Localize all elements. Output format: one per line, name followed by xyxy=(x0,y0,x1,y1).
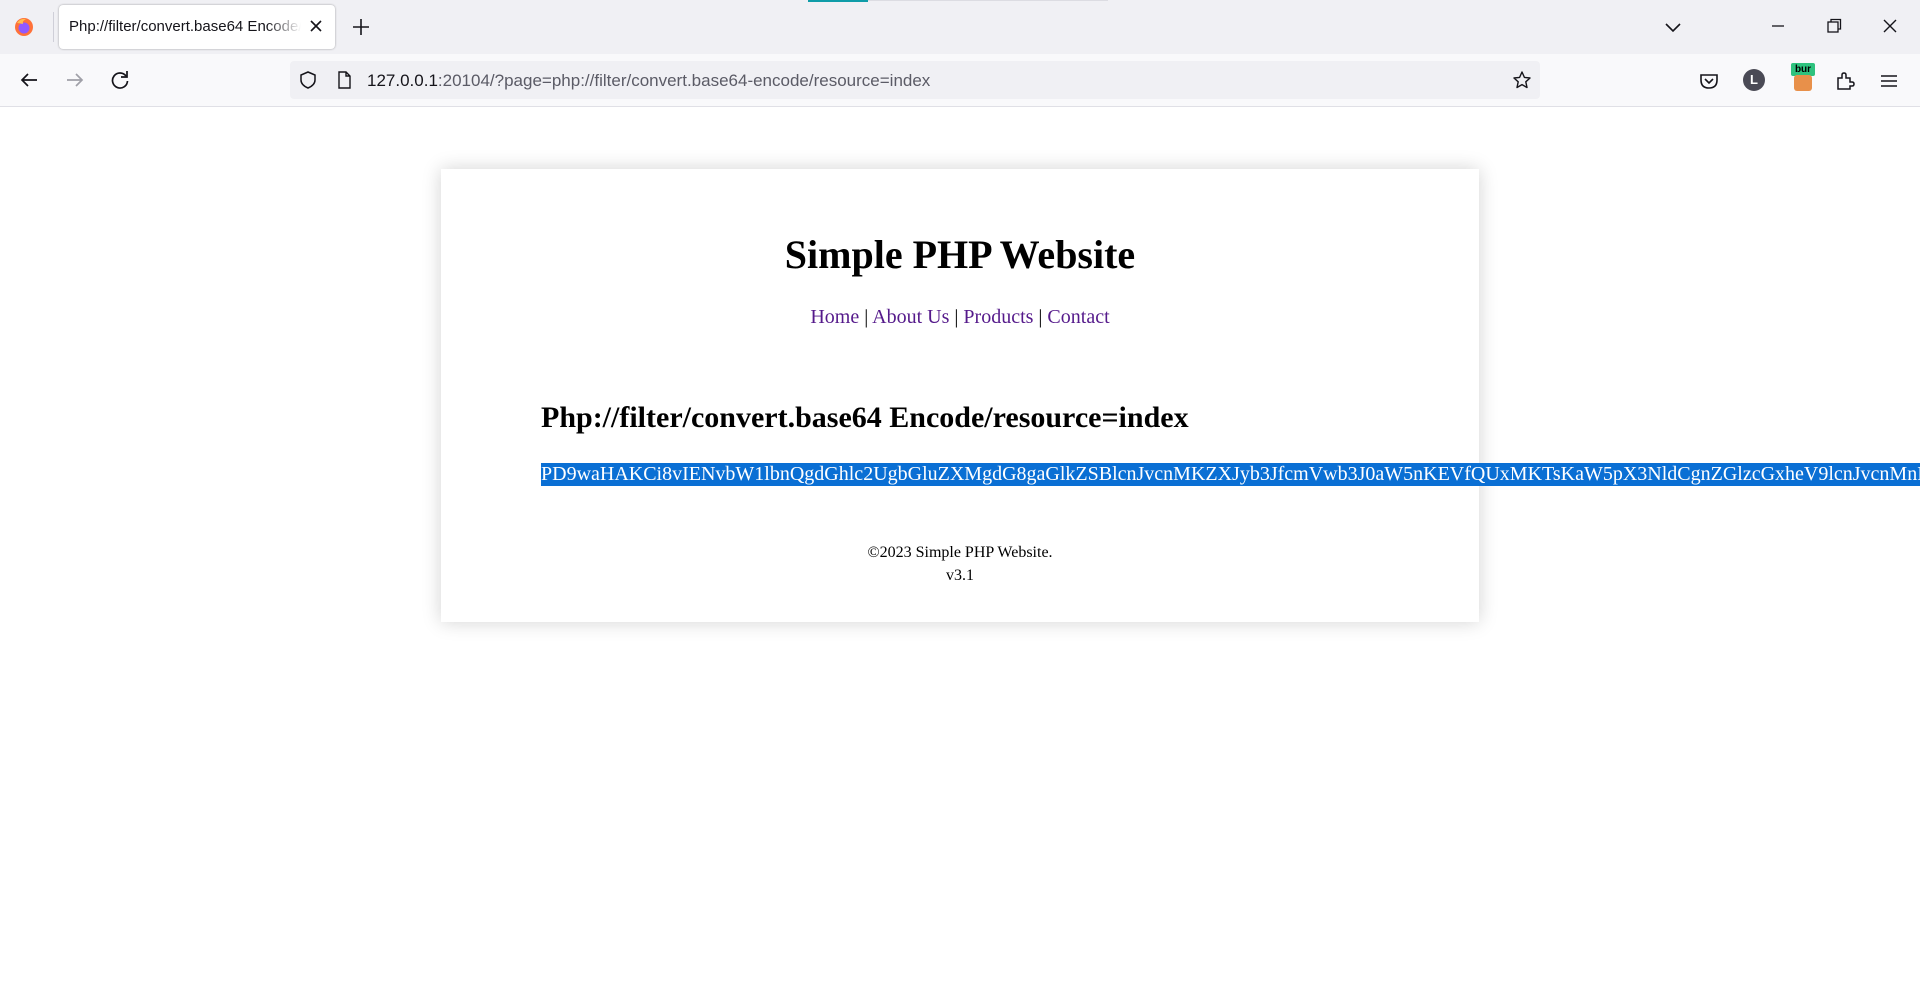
nav-link-products[interactable]: Products xyxy=(963,306,1033,328)
tab-separator xyxy=(53,12,54,42)
navigation-toolbar: 127.0.0.1:20104/?page=php://filter/conve… xyxy=(0,54,1920,107)
firefox-icon[interactable] xyxy=(14,17,34,37)
nav-link-contact[interactable]: Contact xyxy=(1047,306,1109,328)
site-title: Simple PHP Website xyxy=(784,232,1136,277)
forward-arrow-icon[interactable] xyxy=(62,67,88,93)
site-container: Simple PHP Website Home | About Us | Pro… xyxy=(441,169,1920,622)
burp-extension-icon[interactable]: bur xyxy=(1789,63,1817,93)
close-tab-icon[interactable] xyxy=(307,17,325,35)
page-info-icon[interactable] xyxy=(334,70,354,90)
url-host: 127.0.0.1 xyxy=(367,71,438,90)
url-path: :20104/?page=php://filter/convert.base64… xyxy=(437,71,931,90)
encoded-output-container: PD9waHAKCi8vIENvbW1lbnQgdGhlc2UgbGluZXMg… xyxy=(541,463,1920,486)
restore-window-icon[interactable] xyxy=(1824,16,1844,36)
list-all-tabs-icon[interactable] xyxy=(1662,16,1684,38)
nav-separator: | xyxy=(954,306,959,328)
footer-copyright: ©2023 Simple PHP Website. xyxy=(867,544,1053,561)
close-window-icon[interactable] xyxy=(1880,16,1900,36)
url-text[interactable]: 127.0.0.1:20104/?page=php://filter/conve… xyxy=(367,71,930,91)
tracking-protection-shield-icon[interactable] xyxy=(298,70,318,90)
burp-extension-body xyxy=(1794,75,1812,91)
tab-strip: Php://filter/convert.base64 Encode/resou… xyxy=(0,0,1920,54)
hamburger-menu-icon[interactable] xyxy=(1878,70,1900,92)
nav-separator: | xyxy=(1038,306,1043,328)
address-bar[interactable]: 127.0.0.1:20104/?page=php://filter/conve… xyxy=(290,61,1540,99)
page-heading: Php://filter/convert.base64 Encode/resou… xyxy=(541,401,1189,434)
tab-strip-accent xyxy=(808,0,868,2)
nav-separator: | xyxy=(864,306,869,328)
nav-link-about-us[interactable]: About Us xyxy=(872,306,949,328)
extensions-puzzle-icon[interactable] xyxy=(1834,70,1856,92)
base64-encoded-output[interactable]: PD9waHAKCi8vIENvbW1lbnQgdGhlc2UgbGluZXMg… xyxy=(541,463,1920,486)
tab-title: Php://filter/convert.base64 Encode/resou… xyxy=(69,18,301,35)
active-tab[interactable]: Php://filter/convert.base64 Encode/resou… xyxy=(59,5,335,49)
back-arrow-icon[interactable] xyxy=(16,67,42,93)
reload-icon[interactable] xyxy=(107,67,133,93)
tab-strip-divider xyxy=(868,0,1108,1)
new-tab-icon[interactable] xyxy=(350,16,372,38)
footer-version: v3.1 xyxy=(946,567,974,584)
bookmark-star-icon[interactable] xyxy=(1512,70,1532,90)
pocket-icon[interactable] xyxy=(1698,70,1720,92)
nav-link-home[interactable]: Home xyxy=(810,306,859,328)
minimize-window-icon[interactable] xyxy=(1768,16,1788,36)
site-navigation: Home | About Us | Products | Contact xyxy=(441,306,1479,329)
site-footer: ©2023 Simple PHP Website. v3.1 xyxy=(441,541,1479,587)
account-avatar-icon[interactable]: L xyxy=(1743,69,1765,91)
